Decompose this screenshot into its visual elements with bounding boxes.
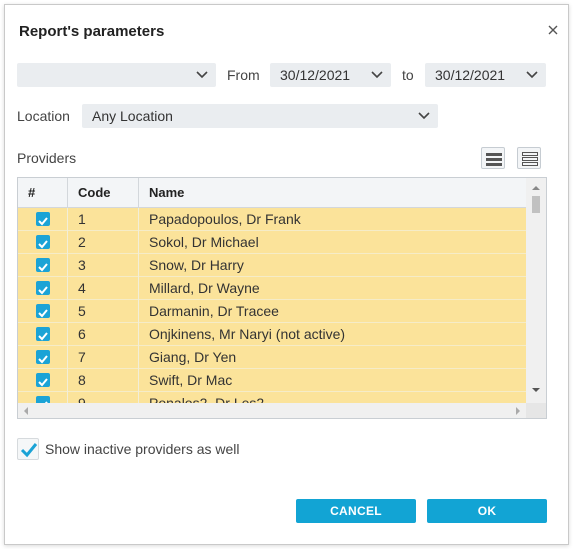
column-header-code[interactable]: Code [68, 178, 139, 208]
location-value: Any Location [92, 108, 173, 124]
table-row[interactable]: 4 Millard, Dr Wayne [18, 277, 526, 300]
table-row[interactable]: 2 Sokol, Dr Michael [18, 231, 526, 254]
dialog-title: Report's parameters [19, 23, 165, 40]
row-name: Giang, Dr Yen [149, 349, 237, 365]
row-checkbox[interactable] [36, 373, 50, 387]
row-check-cell [18, 231, 68, 254]
chevron-down-icon [196, 71, 208, 79]
row-name: Papadopoulos, Dr Frank [149, 211, 301, 227]
checkmark-icon [38, 217, 48, 226]
row-code: 6 [68, 323, 139, 346]
chevron-down-icon [371, 71, 383, 79]
providers-label: Providers [17, 150, 77, 166]
from-label: From [227, 67, 260, 83]
location-label: Location [17, 108, 70, 124]
list-view-icon [486, 153, 502, 166]
row-checkbox[interactable] [36, 212, 50, 226]
column-header-number[interactable]: # [18, 178, 68, 208]
checkmark-icon [38, 263, 48, 272]
scroll-up-icon[interactable] [531, 184, 541, 192]
providers-grid: # Code Name 1 Papadopoulos, Dr Frank 2 Soko… [17, 177, 547, 419]
scroll-left-icon[interactable] [22, 406, 30, 416]
row-code: 2 [68, 231, 139, 254]
row-check-cell [18, 254, 68, 277]
row-check-cell [18, 208, 68, 231]
row-code: 3 [68, 254, 139, 277]
row-name: Darmanin, Dr Tracee [149, 303, 279, 319]
row-code: 1 [68, 208, 139, 231]
checkmark-icon [38, 240, 48, 249]
to-date-select[interactable]: 30/12/2021 [425, 63, 546, 87]
checkmark-icon [38, 309, 48, 318]
show-inactive-checkbox[interactable] [17, 438, 39, 460]
row-code: 7 [68, 346, 139, 369]
scroll-right-icon[interactable] [514, 406, 522, 416]
horizontal-scrollbar[interactable] [18, 403, 526, 418]
report-parameters-dialog: Report's parameters From 30/12/2021 to 3… [4, 4, 569, 545]
scroll-corner [526, 403, 546, 418]
chevron-down-icon [418, 112, 430, 120]
chevron-down-icon [526, 71, 538, 79]
table-row[interactable]: 7 Giang, Dr Yen [18, 346, 526, 369]
row-name: Onjkinens, Mr Naryi (not active) [149, 326, 346, 342]
row-check-cell [18, 346, 68, 369]
row-checkbox[interactable] [36, 327, 50, 341]
row-checkbox[interactable] [36, 281, 50, 295]
row-name: Snow, Dr Harry [149, 257, 244, 273]
vertical-scrollbar[interactable] [526, 178, 546, 403]
table-row[interactable]: 5 Darmanin, Dr Tracee [18, 300, 526, 323]
row-name: Ponalos2, Dr Les2 [149, 395, 265, 403]
row-code: 5 [68, 300, 139, 323]
row-name: Millard, Dr Wayne [149, 280, 260, 296]
grid-rows: 1 Papadopoulos, Dr Frank 2 Sokol, Dr Michae… [18, 208, 526, 403]
row-check-cell [18, 392, 68, 403]
to-label: to [402, 67, 414, 83]
row-check-cell [18, 300, 68, 323]
close-icon[interactable] [546, 23, 560, 37]
row-check-cell [18, 277, 68, 300]
row-checkbox[interactable] [36, 350, 50, 364]
column-header-name[interactable]: Name [139, 178, 526, 208]
ok-button[interactable]: OK [427, 499, 547, 523]
row-checkbox[interactable] [36, 304, 50, 318]
compact-view-button[interactable] [517, 147, 541, 169]
report-type-select[interactable] [17, 63, 216, 87]
table-row[interactable]: 1 Papadopoulos, Dr Frank [18, 208, 526, 231]
row-code: 8 [68, 369, 139, 392]
table-row[interactable]: 3 Snow, Dr Harry [18, 254, 526, 277]
row-check-cell [18, 369, 68, 392]
row-name: Swift, Dr Mac [149, 372, 233, 388]
checkmark-icon [38, 378, 48, 387]
scroll-down-icon[interactable] [531, 386, 541, 394]
row-checkbox[interactable] [36, 258, 50, 272]
from-date-select[interactable]: 30/12/2021 [270, 63, 391, 87]
row-code: 4 [68, 277, 139, 300]
table-row[interactable]: 9 Ponalos2, Dr Les2 [18, 392, 526, 403]
table-row[interactable]: 8 Swift, Dr Mac [18, 369, 526, 392]
compact-view-icon [522, 152, 538, 166]
row-name: Sokol, Dr Michael [149, 234, 259, 250]
cancel-button[interactable]: CANCEL [296, 499, 416, 523]
row-checkbox[interactable] [36, 235, 50, 249]
row-code: 9 [68, 392, 139, 403]
row-checkbox[interactable] [36, 396, 50, 403]
scroll-thumb[interactable] [532, 196, 540, 213]
from-date-value: 30/12/2021 [280, 67, 351, 83]
checkmark-icon [38, 332, 48, 341]
list-view-button[interactable] [481, 147, 505, 169]
checkmark-icon [38, 286, 48, 295]
location-select[interactable]: Any Location [82, 104, 438, 128]
show-inactive-label[interactable]: Show inactive providers as well [45, 437, 240, 461]
checkmark-icon [20, 443, 38, 458]
grid-header: # Code Name [18, 178, 526, 208]
checkmark-icon [38, 355, 48, 364]
to-date-value: 30/12/2021 [435, 67, 506, 83]
row-check-cell [18, 323, 68, 346]
table-row[interactable]: 6 Onjkinens, Mr Naryi (not active) [18, 323, 526, 346]
